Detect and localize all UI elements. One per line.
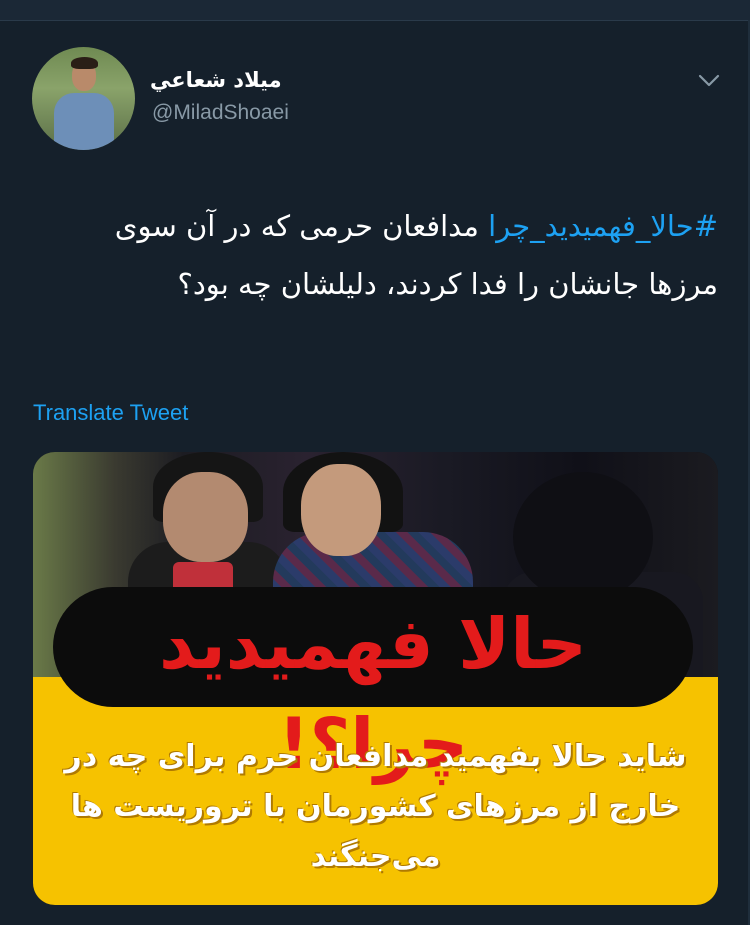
avatar-body bbox=[54, 93, 114, 150]
tweet-image[interactable]: حالا فهمیدید چرا؟! شاید حالا بفهمید مداف… bbox=[33, 452, 718, 905]
hashtag-link[interactable]: #حالا_فهمیدید_چرا bbox=[488, 209, 718, 243]
person-face bbox=[163, 472, 248, 562]
person-face bbox=[301, 464, 381, 556]
image-subtext-line: شاید حالا بفهمید مدافعان حرم برای چه در bbox=[64, 739, 687, 774]
display-name[interactable]: ميلاد شعاعي bbox=[150, 68, 282, 92]
top-bar bbox=[0, 0, 750, 21]
image-subtext-line: خارج از مرزهای کشورمان با تروریست ها bbox=[70, 789, 681, 824]
avatar[interactable] bbox=[32, 47, 135, 150]
image-subtext-line: می‌جنگند bbox=[310, 839, 441, 874]
person-hijab bbox=[513, 472, 653, 602]
chevron-down-icon[interactable] bbox=[697, 68, 721, 92]
tweet-text: #حالا_فهمیدید_چرا مدافعان حرمی که در آن … bbox=[36, 197, 718, 313]
translate-tweet-link[interactable]: Translate Tweet bbox=[33, 400, 188, 426]
user-handle[interactable]: @MiladShoaei bbox=[152, 101, 289, 125]
image-subtext: شاید حالا بفهمید مدافعان حرم برای چه در … bbox=[33, 732, 718, 882]
avatar-hair bbox=[71, 57, 98, 69]
